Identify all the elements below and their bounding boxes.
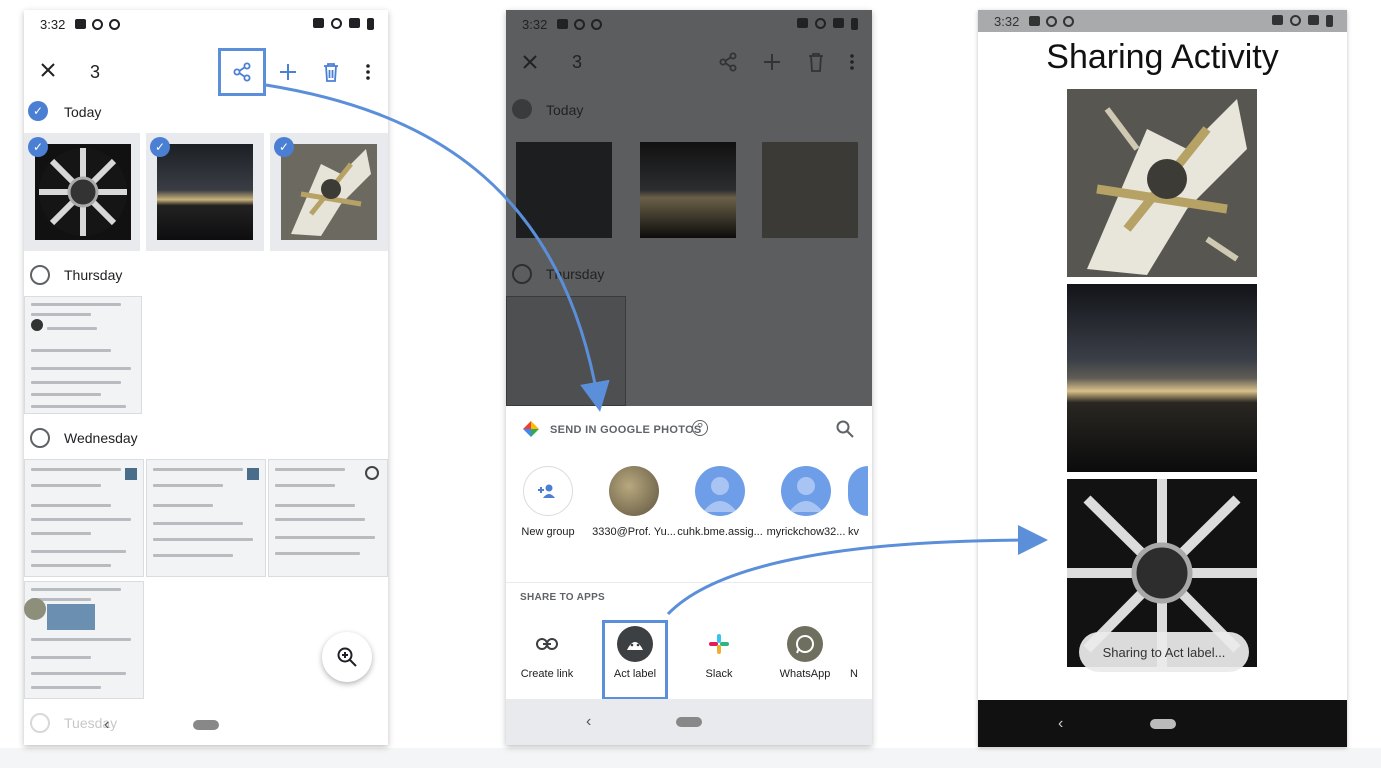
flow-arrows bbox=[265, 83, 1048, 616]
arrow-act-label-to-activity bbox=[666, 525, 1048, 616]
arrow-share-to-sheet bbox=[265, 83, 610, 412]
tutorial-canvas: 3:32 3 ✓ Today ✓ ✓ ✓ Thursday Wednesday … bbox=[0, 0, 1381, 768]
